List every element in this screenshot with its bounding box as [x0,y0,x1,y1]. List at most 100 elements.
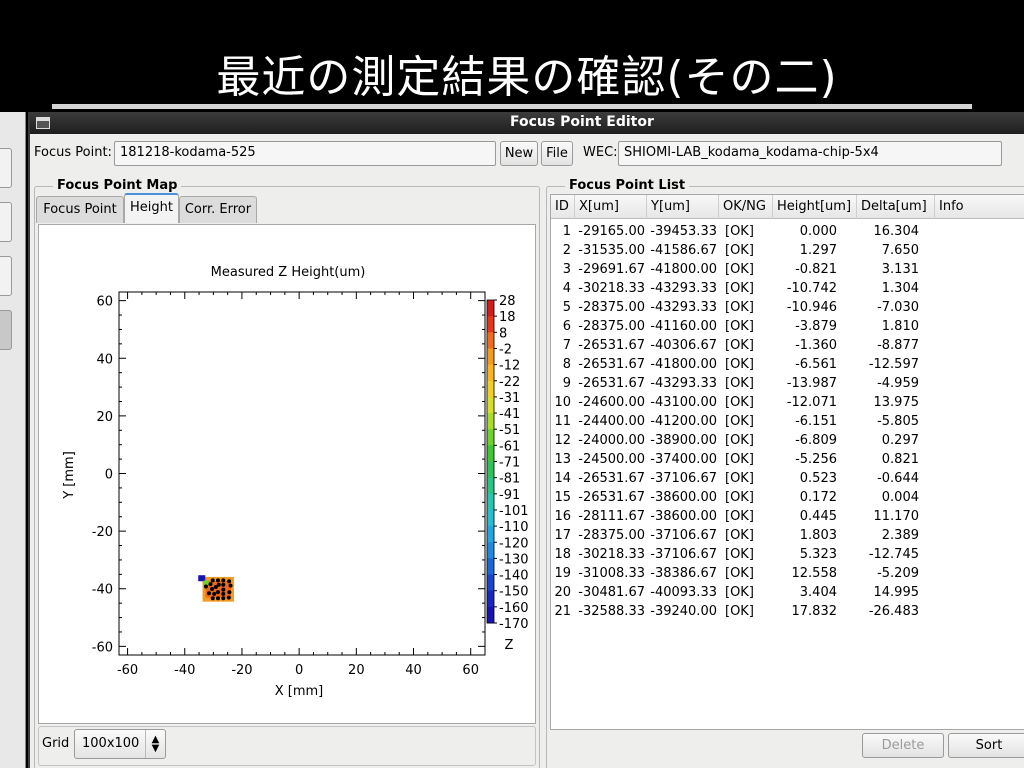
x-tick-label: 0 [295,663,303,678]
grid-size-select[interactable]: 100x100 ▲ ▼ [74,729,166,759]
table-header: ID X[um] Y[um] OK/NG Height[um] Delta[um… [551,195,1024,219]
cell-delta: 2.389 [881,528,919,543]
table-row[interactable]: 12 -24000.00 -38900.00 [OK] -6.809 0.297 [551,431,1024,450]
tab-focus-point[interactable]: Focus Point [36,196,124,223]
table-row[interactable]: 9 -26531.67 -43293.33 [OK] -13.987 -4.959 [551,374,1024,393]
sort-button[interactable]: Sort [948,733,1024,758]
measurement-point [216,582,221,587]
table-row[interactable]: 16 -28111.67 -38600.00 [OK] 0.445 11.170 [551,507,1024,526]
x-axis-label: X [mm] [275,684,324,699]
table-row[interactable]: 3 -29691.67 -41800.00 [OK] -0.821 3.131 [551,260,1024,279]
measurement-point [210,578,215,583]
cell-ok-ng: [OK] [725,243,754,258]
cell-info [937,488,1024,507]
cell-x: -28375.00 [578,319,645,334]
table-row[interactable]: 4 -30218.33 -43293.33 [OK] -10.742 1.304 [551,279,1024,298]
colorbar-tick-label: -31 [499,391,520,406]
colorbar-tick-label: -81 [499,472,520,487]
column-header-delta[interactable]: Delta[um] [857,195,935,219]
table-row[interactable]: 19 -31008.33 -38386.67 [OK] 12.558 -5.209 [551,564,1024,583]
column-header-info[interactable]: Info [935,195,1024,219]
background-button[interactable] [0,148,12,188]
table-row[interactable]: 21 -32588.33 -39240.00 [OK] 17.832 -26.483 [551,602,1024,621]
cell-y: -41586.67 [650,243,717,258]
column-header-x[interactable]: X[um] [575,195,647,219]
new-button[interactable]: New [500,141,538,166]
cell-ok-ng: [OK] [725,319,754,334]
table-row[interactable]: 20 -30481.67 -40093.33 [OK] 3.404 14.995 [551,583,1024,602]
focus-point-editor-window: Focus Point Editor Focus Point: 181218-k… [28,112,1024,768]
wec-label: WEC: [583,145,618,160]
table-row[interactable]: 15 -26531.67 -38600.00 [OK] 0.172 0.004 [551,488,1024,507]
window-menu-icon[interactable] [36,117,50,129]
tab-height[interactable]: Height [124,193,179,223]
measurement-point [226,595,231,600]
cell-id: 1 [562,224,571,239]
x-tick-label: -20 [231,663,252,678]
table-row[interactable]: 18 -30218.33 -37106.67 [OK] 5.323 -12.745 [551,545,1024,564]
measurement-point [221,587,226,592]
colorbar-segment [487,558,494,576]
column-header-height[interactable]: Height[um] [773,195,857,219]
colorbar-tick-label: -110 [499,520,529,535]
focus-point-field[interactable]: 181218-kodama-525 [114,141,496,166]
map-tab-bar: Focus Point Height Corr. Error [36,193,336,226]
y-tick-label: 60 [96,295,113,310]
height-map-panel: Measured Z Height(um) -60 -40 -20 0 20 40 60 6… [38,224,536,724]
column-header-y[interactable]: Y[um] [647,195,719,219]
colorbar-tick-label: 18 [499,310,516,325]
background-button[interactable] [0,256,12,296]
cell-y: -40093.33 [650,585,717,600]
tab-corr-error[interactable]: Corr. Error [179,196,257,223]
cell-info [937,241,1024,260]
column-header-ok-ng[interactable]: OK/NG [719,195,773,219]
colorbar-segment [487,526,494,543]
colorbar-tick-label: -61 [499,439,520,454]
cell-id: 19 [554,566,571,581]
background-button[interactable] [0,310,12,350]
table-row[interactable]: 14 -26531.67 -37106.67 [OK] 0.523 -0.644 [551,469,1024,488]
cell-height: 0.172 [799,490,837,505]
cell-height: -0.821 [795,262,837,277]
cell-info [937,279,1024,298]
up-down-arrows-icon[interactable]: ▲ ▼ [145,730,165,758]
table-row[interactable]: 13 -24500.00 -37400.00 [OK] -5.256 0.821 [551,450,1024,469]
cell-delta: 1.304 [881,281,919,296]
cell-x: -31535.00 [578,243,645,258]
colorbar-tick-label: -91 [499,488,520,503]
background-button[interactable] [0,202,12,242]
cell-id: 3 [562,262,571,277]
delete-button[interactable]: Delete [862,733,944,758]
table-row[interactable]: 11 -24400.00 -41200.00 [OK] -6.151 -5.805 [551,412,1024,431]
table-row[interactable]: 6 -28375.00 -41160.00 [OK] -3.879 1.810 [551,317,1024,336]
table-row[interactable]: 5 -28375.00 -43293.33 [OK] -10.946 -7.030 [551,298,1024,317]
cell-height: -10.742 [786,281,837,296]
cell-x: -30481.67 [578,585,645,600]
cell-x: -26531.67 [578,471,645,486]
cell-y: -39240.00 [650,604,717,619]
table-row[interactable]: 10 -24600.00 -43100.00 [OK] -12.071 13.975 [551,393,1024,412]
measurement-point [209,587,214,592]
table-row[interactable]: 7 -26531.67 -40306.67 [OK] -1.360 -8.877 [551,336,1024,355]
cell-delta: -5.209 [877,566,919,581]
cell-info [937,564,1024,583]
cell-x: -32588.33 [578,604,645,619]
cell-info [937,583,1024,602]
table-row[interactable]: 2 -31535.00 -41586.67 [OK] 1.297 7.650 [551,241,1024,260]
title-bar[interactable]: Focus Point Editor [30,112,1024,134]
wec-field[interactable]: SHIOMI-LAB_kodama_kodama-chip-5x4 [618,141,1002,166]
colorbar-tick-label: -71 [499,456,520,471]
cell-delta: 0.821 [881,452,919,467]
colorbar-tick-label: 28 [499,294,516,309]
table-row[interactable]: 1 -29165.00 -39453.33 [OK] 0.000 16.304 [551,222,1024,241]
x-tick-label: 20 [348,663,365,678]
colorbar-segment [487,396,494,414]
cell-delta: 1.810 [881,319,919,334]
cell-height: 3.404 [799,585,837,600]
table-row[interactable]: 8 -26531.67 -41800.00 [OK] -6.561 -12.597 [551,355,1024,374]
column-header-id[interactable]: ID [551,195,575,219]
table-row[interactable]: 17 -28375.00 -37106.67 [OK] 1.803 2.389 [551,526,1024,545]
file-button[interactable]: File [541,141,573,166]
cell-id: 12 [554,433,571,448]
measurement-point [227,579,232,584]
